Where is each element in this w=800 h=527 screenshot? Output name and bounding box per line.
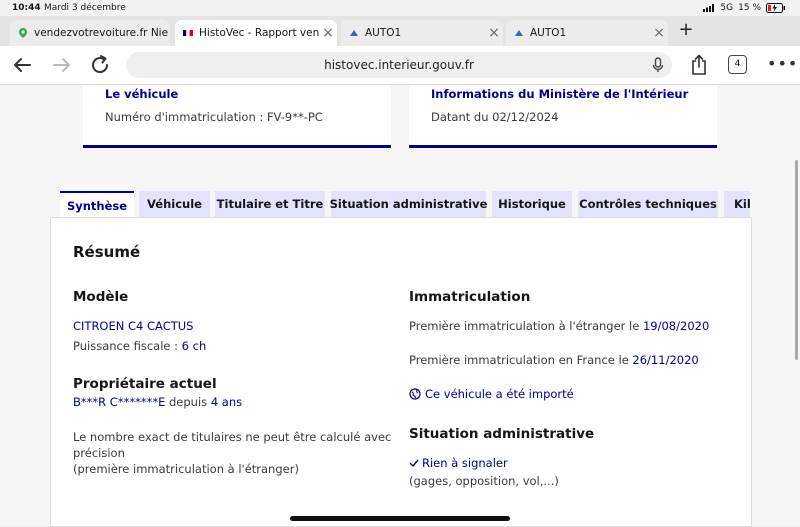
signal-icon [703,4,715,12]
summary-heading: Résumé [73,243,141,261]
battery-percent: 15 % [738,3,761,13]
reload-icon[interactable] [88,53,112,77]
admin-status: Rien à signaler [409,456,508,470]
admin-status-details: (gages, opposition, vol,...) [409,474,559,488]
tab-vehicule[interactable]: Véhicule [139,191,210,217]
globe-icon [409,388,421,400]
model-heading: Modèle [73,289,129,305]
model-name: CITROEN C4 CACTUS [73,319,194,333]
page-content: Le véhicule Numéro d'immatriculation : F… [0,85,800,527]
france-registration-date: 26/11/2020 [632,353,699,367]
browser-tab-vendezvotrevoiture[interactable]: vendezvotrevoiture.fr Nie [10,20,170,46]
browser-tab-histovec[interactable]: HistoVec - Rapport vende × [175,20,337,46]
close-tab-icon[interactable]: × [485,25,503,41]
battery-charging-icon [766,3,785,13]
imported-vehicle-link[interactable]: Ce véhicule a été importé [409,387,574,401]
france-registration: Première immatriculation en France le 26… [409,353,699,367]
browser-tab-title: HistoVec - Rapport vende [199,27,319,39]
synthese-panel: Résumé Modèle CITROEN C4 CACTUS Puissanc… [50,217,752,527]
microphone-icon[interactable] [652,57,664,73]
admin-status-text: Rien à signaler [422,456,508,470]
registration-heading: Immatriculation [409,289,531,305]
status-bar: 10:44 Mardi 3 décembre 5G 15 % [0,0,800,16]
browser-tab-auto1[interactable]: AUTO1 × [341,20,503,46]
french-flag-icon [183,30,193,36]
browser-tab-title: AUTO1 [365,27,402,39]
owner-heading: Propriétaire actuel [73,376,217,392]
admin-status-heading: Situation administrative [409,426,595,442]
tab-situation-administrative[interactable]: Situation administrative [330,191,487,217]
tab-historique[interactable]: Historique [492,191,572,217]
status-right: 5G 15 % [703,3,786,13]
owner-note-line-3: (première immatriculation à l'étranger) [73,462,299,476]
auto1-logo-icon [515,30,523,36]
new-tab-button[interactable]: + [676,19,696,41]
more-options-icon[interactable]: ••• [767,54,798,73]
foreign-registration-date: 19/08/2020 [642,319,710,333]
browser-tab-title: vendezvotrevoiture.fr Nie [34,27,169,39]
owner-note-line-1: Le nombre exact de titulaires ne peut êt… [73,430,392,444]
share-icon[interactable] [690,54,708,76]
fiscal-power: Puissance fiscale : 6 ch [73,339,206,353]
owner-since-value: 4 ans [210,395,243,409]
ministry-card: Informations du Ministère de l'Intérieur… [409,85,717,148]
foreign-registration: Première immatriculation à l'étranger le… [409,319,709,333]
tab-kilometrage[interactable]: Kilo [724,191,750,217]
tab-count-button[interactable]: 4 [728,55,747,74]
auto1-logo-icon [350,30,358,36]
owner-note-line-2: précision [73,446,125,460]
fiscal-power-label: Puissance fiscale : [73,339,182,353]
address-bar[interactable]: histovec.interieur.gouv.fr [126,52,672,78]
owner-name: B***R C*******E [73,395,166,409]
home-indicator[interactable] [290,516,510,521]
imported-vehicle-text: Ce véhicule a été importé [425,387,574,401]
owner-since-label: depuis [165,395,211,409]
ministry-card-title: Informations du Ministère de l'Intérieur [431,87,689,101]
forward-arrow-icon[interactable] [50,53,74,77]
registration-number: Numéro d'immatriculation : FV-9**-PC [105,110,323,124]
ministry-date: Datant du 02/12/2024 [431,110,559,124]
fiscal-power-value: 6 ch [181,339,207,353]
tab-titulaire-et-titre[interactable]: Titulaire et Titre [215,191,325,217]
close-tab-icon[interactable]: × [319,25,337,41]
checkmark-icon [409,459,419,468]
tab-controles-techniques[interactable]: Contrôles techniques [578,191,718,217]
status-date: Mardi 3 décembre [44,3,126,13]
browser-tab-title: AUTO1 [530,27,567,39]
maps-pin-icon [19,28,27,38]
vehicle-card-title: Le véhicule [105,87,179,101]
scroll-indicator[interactable] [795,160,798,360]
url-text: histovec.interieur.gouv.fr [324,58,474,72]
browser-toolbar: histovec.interieur.gouv.fr 4 ••• [0,46,800,85]
france-registration-label: Première immatriculation en France le [409,353,633,367]
tab-synthese[interactable]: Synthèse [60,191,134,217]
report-tabs: Synthèse Véhicule Titulaire et Titre Sit… [60,191,750,217]
vehicle-card: Le véhicule Numéro d'immatriculation : F… [83,85,391,148]
browser-tab-auto1-second[interactable]: AUTO1 × [506,20,668,46]
owner-info: B***R C*******E depuis 4 ans [73,395,242,409]
status-time: 10:44 [12,3,41,13]
close-tab-icon[interactable]: × [650,25,668,41]
foreign-registration-label: Première immatriculation à l'étranger le [409,319,643,333]
back-arrow-icon[interactable] [10,53,34,77]
network-label: 5G [720,3,734,13]
